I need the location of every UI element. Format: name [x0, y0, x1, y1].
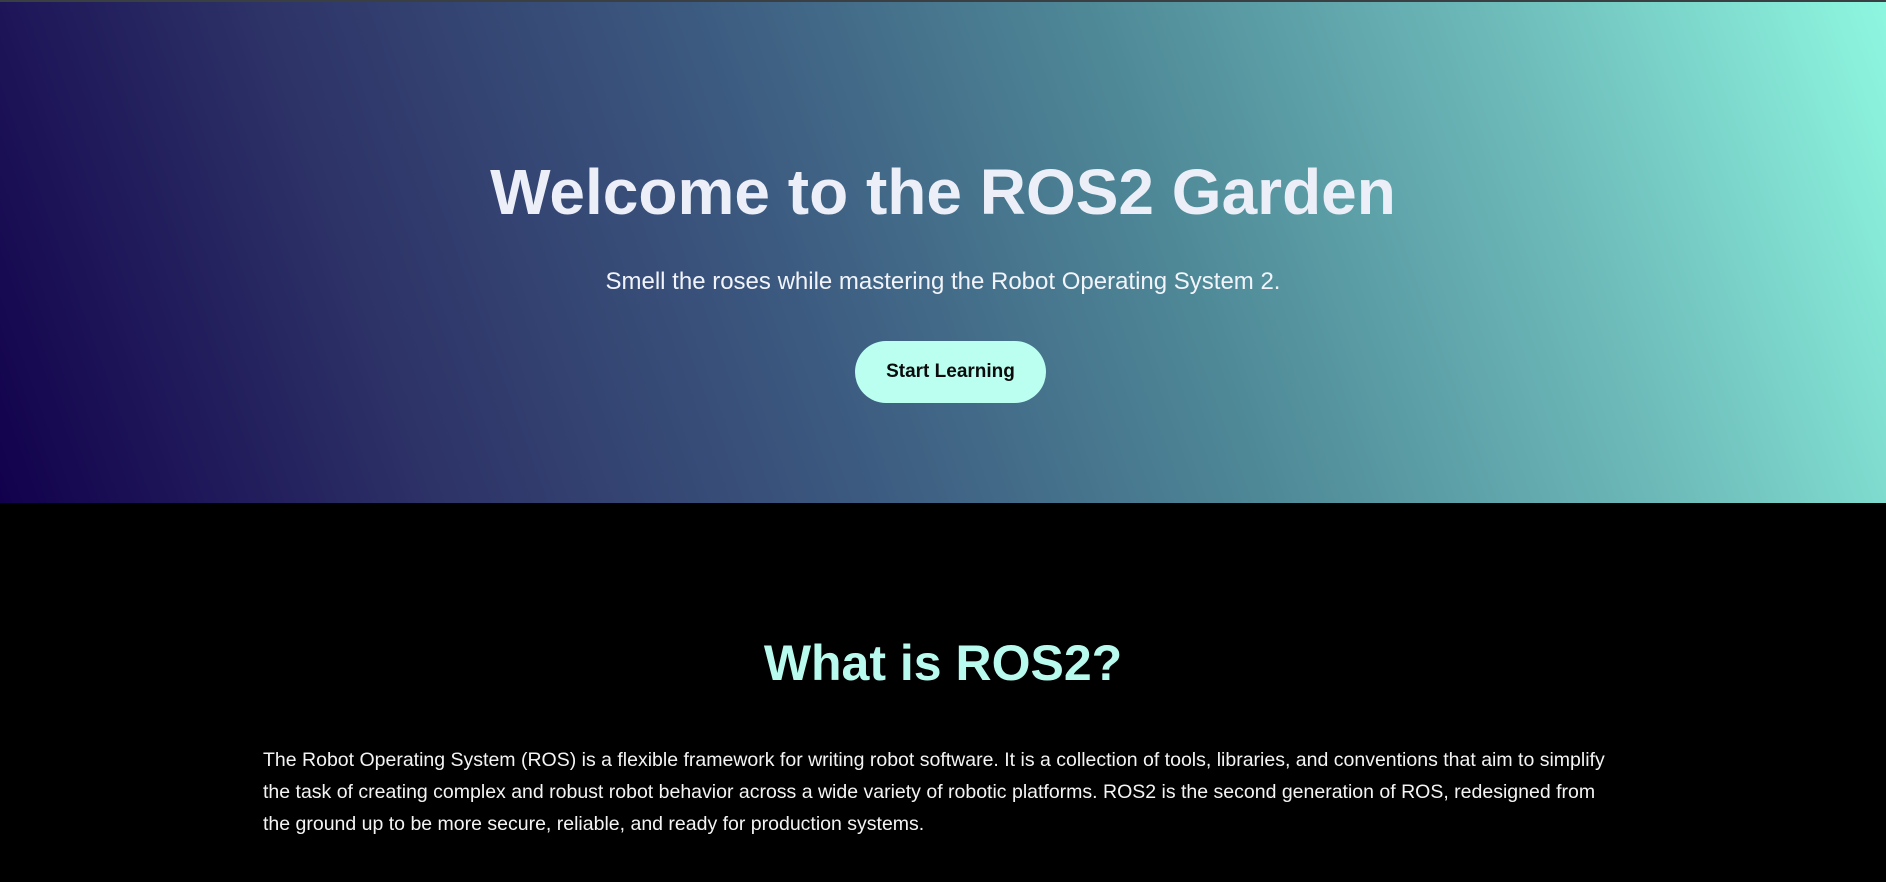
about-body: The Robot Operating System (ROS) is a fl…: [263, 749, 1605, 835]
about-title: What is ROS2?: [763, 635, 1123, 691]
start-learning-button[interactable]: Start Learning: [855, 341, 1046, 403]
hero-section: Welcome to the ROS2 Garden Smell the ros…: [0, 2, 1886, 503]
hero-title: Welcome to the ROS2 Garden: [490, 156, 1396, 228]
hero-subtitle: Smell the roses while mastering the Robo…: [605, 268, 1281, 295]
